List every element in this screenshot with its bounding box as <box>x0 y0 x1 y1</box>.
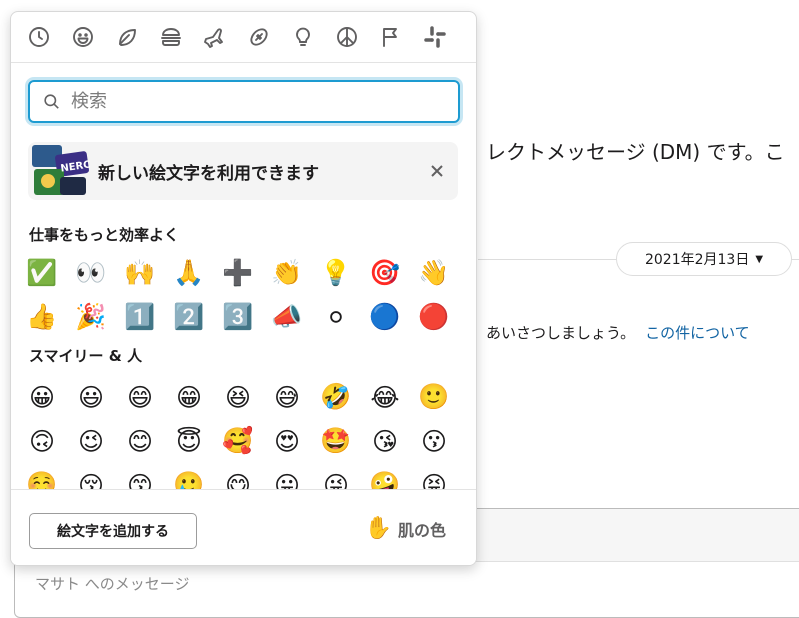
category-nature-button[interactable] <box>112 23 141 52</box>
emoji-grid-work: ✅ 👀 🙌 🙏 ➕ 👏 💡 🎯 👋 👍 🎉 1️⃣ 2️⃣ 3️⃣ 📣 ⚪ 🔵 🔴 <box>24 255 465 343</box>
emoji-button[interactable]: 🙃 <box>24 423 60 459</box>
emoji-button[interactable]: 📣 <box>269 299 305 335</box>
emoji-button[interactable]: 💡 <box>318 255 354 291</box>
category-custom-button[interactable] <box>420 23 449 52</box>
emoji-button[interactable]: 😃 <box>73 379 109 415</box>
emoji-button[interactable]: 2️⃣ <box>171 299 207 335</box>
smiley-icon <box>72 27 93 47</box>
emoji-button[interactable]: 😘 <box>367 423 403 459</box>
message-body: あいさつしましょう。 <box>486 324 636 342</box>
emoji-search-box[interactable] <box>28 80 460 123</box>
emoji-button[interactable]: 😗 <box>416 423 452 459</box>
emoji-button[interactable]: 🔴 <box>416 299 452 335</box>
emoji-button[interactable]: ☺️ <box>24 467 60 490</box>
emoji-button[interactable]: 👋 <box>416 255 452 291</box>
emoji-grid-smileys: 😀 😃 😄 😁 😆 😅 🤣 😂 🙂 🙃 😉 😊 😇 🥰 😍 🤩 😘 😗 ☺️ 😚 😙 🥲 😋 😛 😜 🤪 😝 <box>24 379 465 490</box>
clock-icon <box>28 27 49 47</box>
skin-tone-button[interactable]: ✋ 肌の色 <box>365 516 446 541</box>
peace-icon <box>336 27 357 47</box>
emoji-button[interactable]: 🥲 <box>171 467 207 490</box>
emoji-button[interactable]: 🔵 <box>367 299 403 335</box>
burger-icon <box>160 28 181 46</box>
composer-placeholder[interactable]: マサト へのメッセージ <box>35 573 189 594</box>
football-icon <box>249 28 268 46</box>
picker-footer: 絵文字を追加する ✋ 肌の色 <box>11 489 476 565</box>
emoji-button[interactable]: 👍 <box>24 299 60 335</box>
channel-intro-text: レクトメッセージ (DM) です。こ <box>486 140 785 164</box>
category-activity-button[interactable] <box>244 23 273 52</box>
search-icon <box>44 94 59 109</box>
emoji-scroll-area[interactable]: 😀 😃 😄 😁 😆 😅 🤣 😂 🙂 🙃 😉 😊 😇 🥰 😍 🤩 😘 😗 ☺️ 😚 😙 🥲 😋 😛 😜 🤪 😝 <box>11 372 476 490</box>
emoji-button[interactable]: 3️⃣ <box>220 299 256 335</box>
emoji-button[interactable]: 😝 <box>416 467 452 491</box>
new-emoji-sticker-image: NERC <box>30 143 91 199</box>
plane-icon <box>203 28 223 48</box>
emoji-button[interactable]: 🎯 <box>367 255 403 291</box>
category-recent-button[interactable] <box>24 23 53 52</box>
chevron-down-icon: ▼ <box>755 253 764 265</box>
emoji-button[interactable]: 😍 <box>269 423 305 459</box>
section-title-work: 仕事をもっと効率よく <box>29 226 180 244</box>
emoji-button[interactable]: 😋 <box>220 467 256 491</box>
emoji-button[interactable]: 🤣 <box>318 379 354 415</box>
emoji-button[interactable]: 🎉 <box>73 299 109 335</box>
category-objects-button[interactable] <box>288 23 317 52</box>
bulb-icon <box>295 27 310 46</box>
emoji-button[interactable]: 😆 <box>220 379 256 415</box>
emoji-button[interactable]: 🙌 <box>122 255 158 291</box>
emoji-button[interactable]: 🙂 <box>416 379 452 415</box>
message-text: あいさつしましょう。 この件について <box>486 322 750 343</box>
emoji-button[interactable]: 😁 <box>171 379 207 415</box>
emoji-button[interactable]: 👏 <box>269 255 305 291</box>
emoji-button[interactable]: 😊 <box>122 423 158 459</box>
emoji-button[interactable]: 😛 <box>269 467 305 491</box>
flag-icon <box>382 28 397 47</box>
emoji-category-bar <box>11 12 476 63</box>
emoji-button[interactable]: 1️⃣ <box>122 299 158 335</box>
emoji-button[interactable]: 😙 <box>122 467 158 491</box>
emoji-button[interactable]: 😄 <box>122 379 158 415</box>
banner-close-button[interactable] <box>424 158 450 184</box>
date-label: 2021年2月13日 <box>644 252 750 268</box>
emoji-button[interactable]: 🙏 <box>171 255 207 291</box>
emoji-button[interactable]: 😉 <box>73 423 109 459</box>
emoji-search-input[interactable] <box>69 90 433 113</box>
emoji-button[interactable]: 😂 <box>367 379 403 415</box>
emoji-button[interactable]: ⚪ <box>318 299 354 335</box>
date-jump-button[interactable]: 2021年2月13日 ▼ <box>616 242 792 276</box>
category-flags-button[interactable] <box>376 23 405 52</box>
category-smileys-button[interactable] <box>68 23 97 52</box>
category-travel-button[interactable] <box>200 23 229 52</box>
emoji-button[interactable]: 👀 <box>73 255 109 291</box>
emoji-button[interactable]: ✅ <box>24 255 60 291</box>
emoji-button[interactable]: 😚 <box>73 467 109 491</box>
slack-icon <box>423 26 446 48</box>
section-title-smileys: スマイリー & 人 <box>29 347 143 365</box>
category-food-button[interactable] <box>156 23 185 52</box>
emoji-button[interactable]: 😜 <box>318 467 354 491</box>
emoji-button[interactable]: 😀 <box>24 379 60 415</box>
banner-text: 新しい絵文字を利用できます <box>98 163 319 184</box>
skin-tone-label: 肌の色 <box>397 520 446 540</box>
emoji-button[interactable]: 🤩 <box>318 423 354 459</box>
emoji-button[interactable]: 😇 <box>171 423 207 459</box>
emoji-picker: NERC 新しい絵文字を利用できます 仕事をもっと効率よく ✅ 👀 🙌 🙏 ➕ 👏 💡 🎯 👋 👍… <box>10 11 477 566</box>
message-link[interactable]: この件について <box>645 324 750 342</box>
new-emoji-banner[interactable]: NERC 新しい絵文字を利用できます <box>28 142 458 200</box>
leaf-icon <box>118 29 136 46</box>
close-icon <box>431 165 443 177</box>
category-symbols-button[interactable] <box>332 23 361 52</box>
add-emoji-button[interactable]: 絵文字を追加する <box>29 513 197 549</box>
emoji-button[interactable]: 🥰 <box>220 423 256 459</box>
emoji-button[interactable]: 🤪 <box>367 467 403 490</box>
raised-hand-icon: ✋ <box>364 516 392 541</box>
emoji-button[interactable]: ➕ <box>220 255 256 291</box>
emoji-button[interactable]: 😅 <box>269 379 305 415</box>
